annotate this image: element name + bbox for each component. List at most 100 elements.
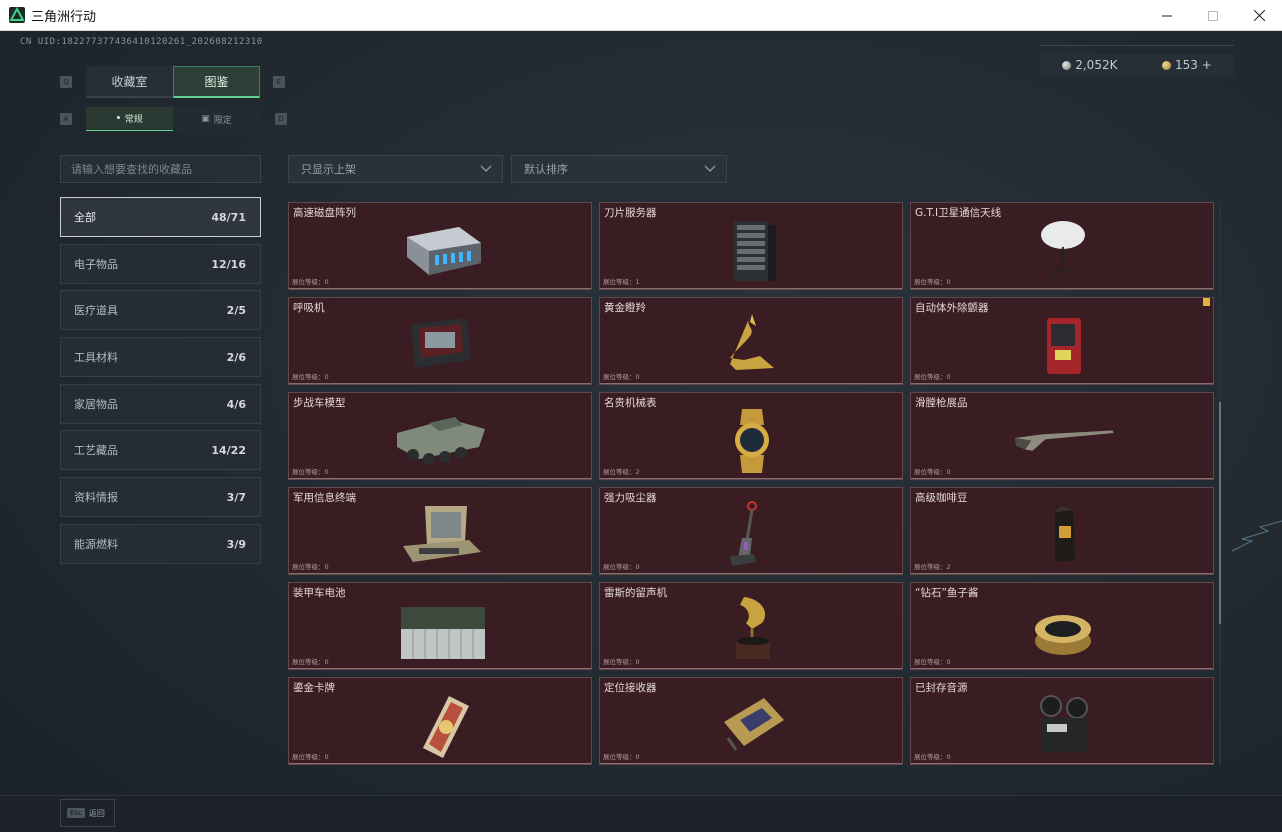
item-level: 展位等级：0: [603, 563, 640, 571]
item-level: 展位等级：0: [292, 658, 329, 666]
item-card[interactable]: 雷斯的留声机 展位等级：0: [599, 582, 903, 670]
item-name: 定位接收器: [604, 682, 657, 694]
vacuum-icon: [730, 501, 757, 566]
category-electronics[interactable]: 电子物品 12/16: [60, 244, 261, 284]
item-name: 高速磁盘阵列: [293, 207, 356, 219]
new-badge-icon: [1203, 298, 1210, 306]
category-label: 工具材料: [74, 351, 118, 364]
limited-icon: ▣: [201, 114, 210, 124]
window-titlebar: 三角洲行动: [0, 0, 1282, 31]
ifv-model-icon: [397, 417, 485, 465]
filter-dropdown[interactable]: 只显示上架: [288, 155, 503, 183]
tab-limited[interactable]: ▣ 限定: [173, 107, 260, 131]
category-count: 4/6: [226, 397, 246, 411]
category-household[interactable]: 家居物品 4/6: [60, 384, 261, 424]
satellite-antenna-icon: [1041, 221, 1085, 278]
category-count: 48/71: [211, 210, 246, 224]
gps-receiver-icon: [724, 698, 784, 751]
window-controls: [1144, 0, 1282, 31]
category-all[interactable]: 全部 48/71: [60, 197, 261, 237]
item-card[interactable]: 滑膛枪展品 展位等级：0: [910, 392, 1214, 480]
sort-dropdown-value: 默认排序: [524, 163, 568, 176]
item-card[interactable]: 鎏金卡牌 展位等级：0: [288, 677, 592, 765]
item-card[interactable]: 刀片服务器 展位等级：1: [599, 202, 903, 290]
item-name: G.T.I卫星通信天线: [915, 207, 1002, 219]
esc-key-hint: Esc: [67, 808, 85, 818]
item-card[interactable]: 高速磁盘阵列 展位等级：0: [288, 202, 592, 290]
item-name: 强力吸尘器: [604, 492, 657, 504]
item-card[interactable]: 已封存音源 展位等级：0: [910, 677, 1214, 765]
defibrillator-icon: [1047, 318, 1081, 374]
category-count: 12/16: [211, 257, 246, 271]
item-name: 军用信息终端: [293, 492, 356, 504]
category-tools[interactable]: 工具材料 2/6: [60, 337, 261, 377]
add-currency-button[interactable]: +: [1202, 58, 1212, 72]
silver-coin-icon: [1062, 61, 1072, 70]
category-crafts[interactable]: 工艺藏品 14/22: [60, 430, 261, 470]
military-terminal-icon: [403, 506, 481, 562]
category-label: 家居物品: [74, 398, 118, 411]
tab-catalog[interactable]: 图鉴: [173, 66, 260, 98]
bottom-bar: [0, 795, 1282, 832]
key-hint-q: Q: [60, 76, 72, 88]
item-level: 展位等级：0: [292, 563, 329, 571]
item-name: 刀片服务器: [604, 207, 657, 219]
item-name: 滑膛枪展品: [915, 397, 968, 409]
currency-bar: 2,052K 153 +: [1040, 54, 1234, 76]
filter-dropdown-value: 只显示上架: [301, 163, 356, 176]
item-card[interactable]: 装甲车电池 展位等级：0: [288, 582, 592, 670]
sort-dropdown[interactable]: 默认排序: [511, 155, 727, 183]
disk-array-icon: [407, 227, 481, 275]
category-label: 工艺藏品: [74, 444, 118, 457]
key-hint-a: A: [60, 113, 72, 125]
item-name: 步战车模型: [293, 397, 346, 409]
coffee-bag-icon: [1055, 506, 1075, 562]
ventilator-icon: [411, 318, 471, 368]
category-energy[interactable]: 能源燃料 3/9: [60, 524, 261, 564]
item-card[interactable]: 自动体外除颤器 展位等级：0: [910, 297, 1214, 385]
maximize-button[interactable]: [1190, 0, 1236, 31]
item-level: 展位等级：0: [914, 373, 951, 381]
category-intel[interactable]: 资料情报 3/7: [60, 477, 261, 517]
gramophone-icon: [736, 597, 770, 659]
item-level: 展位等级：0: [603, 753, 640, 761]
item-card[interactable]: “钻石”鱼子酱 展位等级：0: [910, 582, 1214, 670]
tab-regular-label: 常规: [124, 115, 143, 125]
item-level: 展位等级：0: [914, 658, 951, 666]
item-card[interactable]: 军用信息终端 展位等级：0: [288, 487, 592, 575]
search-input[interactable]: 请输入想要查找的收藏品: [60, 155, 261, 183]
watch-icon: [735, 409, 769, 473]
gold-currency[interactable]: 153 +: [1161, 58, 1212, 72]
category-medical[interactable]: 医疗道具 2/5: [60, 290, 261, 330]
item-level: 展位等级：1: [603, 278, 640, 286]
item-card[interactable]: 步战车模型 展位等级：0: [288, 392, 592, 480]
minimize-button[interactable]: [1144, 0, 1190, 31]
item-name: 已封存音源: [915, 682, 968, 694]
item-name: 名贵机械表: [604, 397, 657, 409]
category-label: 资料情报: [74, 491, 118, 504]
caviar-tin-icon: [1035, 615, 1091, 655]
item-level: 展位等级：0: [292, 373, 329, 381]
item-card[interactable]: 高级咖啡豆 展位等级：2: [910, 487, 1214, 575]
silver-currency: 2,052K: [1062, 58, 1117, 72]
tab-limited-label: 限定: [213, 115, 232, 126]
user-uid: CN UID:18227737743641012026​1_2026082123…: [20, 37, 263, 47]
back-label: 返回: [88, 808, 105, 818]
item-card[interactable]: G.T.I卫星通信天线 展位等级：0: [910, 202, 1214, 290]
item-name: 雷斯的留声机: [604, 587, 667, 599]
item-name: 自动体外除颤器: [915, 302, 989, 314]
back-button[interactable]: Esc 返回: [60, 799, 115, 827]
close-button[interactable]: [1236, 0, 1282, 31]
item-card[interactable]: 强力吸尘器 展位等级：0: [599, 487, 903, 575]
lightning-decoration: [1231, 520, 1282, 552]
item-card[interactable]: 呼吸机 展位等级：0: [288, 297, 592, 385]
item-card[interactable]: 名贵机械表 展位等级：2: [599, 392, 903, 480]
item-level: 展位等级：0: [914, 468, 951, 476]
item-card[interactable]: 定位接收器 展位等级：0: [599, 677, 903, 765]
item-name: 高级咖啡豆: [915, 492, 968, 504]
tab-regular[interactable]: ꔷ 常规: [86, 107, 173, 131]
category-label: 全部: [74, 211, 96, 224]
tab-collection-room[interactable]: 收藏室: [86, 66, 173, 98]
game-area: CN UID:18227737743641012026​1_2026082123…: [0, 31, 1282, 832]
item-card[interactable]: 黄金瞪羚 展位等级：0: [599, 297, 903, 385]
